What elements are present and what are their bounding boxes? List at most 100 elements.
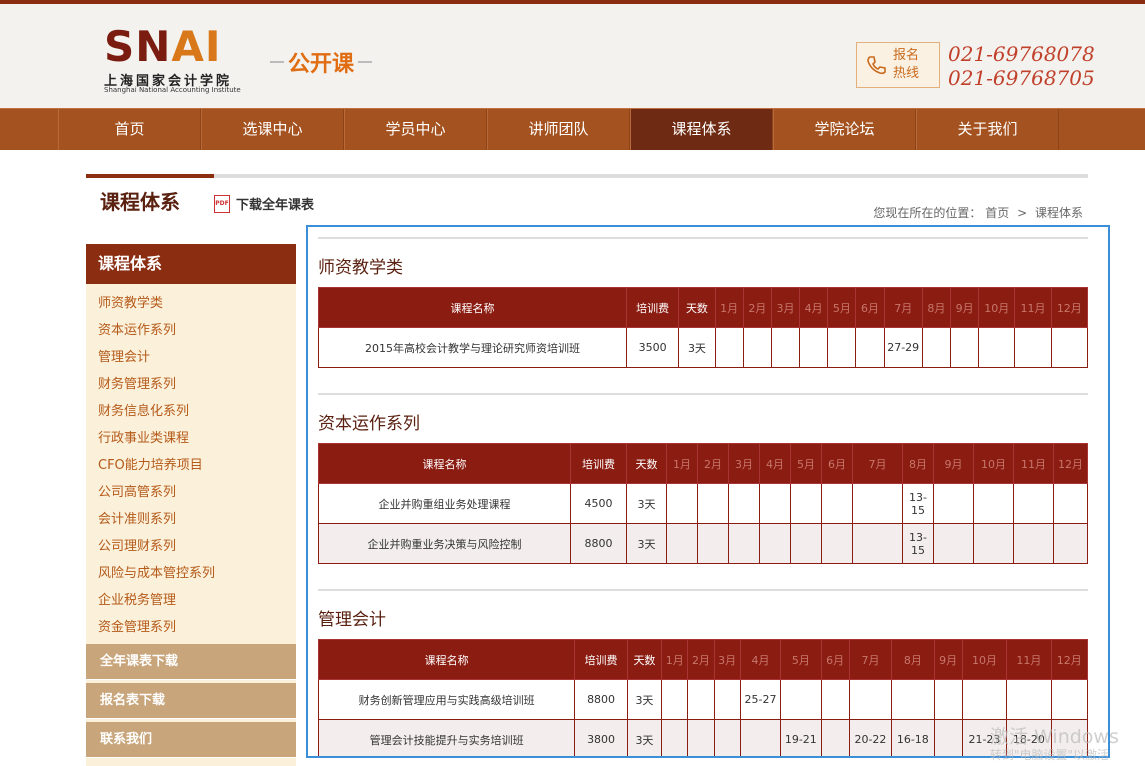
course-table: 课程名称 培训费 天数 1月 2月 3月 4月 5月 6月 7月 8月 9月 10月 11月 12月 2015… [318,287,1089,368]
sidebar-item[interactable]: 公司理财系列 [86,533,296,560]
month-cell [891,679,935,720]
header-course-name: 课程名称 [317,639,576,680]
nav-item-course-system[interactable]: 课程体系 [630,109,773,150]
section-divider [318,393,1088,395]
days-cell: 3天 [678,327,716,368]
month-cell: 16-18 [891,719,935,756]
hotline-numbers: 021-69768078 021-69768705 [948,42,1095,90]
header-month: 3月 [770,287,801,328]
section-title: 师资教学类 [318,258,403,278]
header-course-name: 课程名称 [318,443,571,484]
logo-wordmark: SNAI [104,22,222,71]
sidebar-item[interactable]: 风险与成本管控系列 [86,560,296,587]
pdf-icon: PDF [214,194,230,213]
nav-item-about[interactable]: 关于我们 [916,109,1059,150]
course-name-cell: 企业并购重业务决策与风险控制 [318,523,571,564]
course-table: 课程名称 培训费 天数 1月 2月 3月 4月 5月 6月 7月 8月 9月 10月 11月 12月 企业并购… [318,443,1088,564]
header-days: 天数 [626,639,663,680]
download-registration-form-button[interactable]: 报名表下载 [86,683,296,719]
site-header: SNAI 上海国家会计学院 Shanghai National Accounti… [0,4,1145,108]
windows-activation-watermark: 激活 Windows [990,726,1119,748]
header-month: 10月 [961,639,1008,680]
nav-item-student-center[interactable]: 学员中心 [344,109,487,150]
phone-number: 021-69768705 [948,66,1095,90]
sidebar-item[interactable]: 管理会计 [86,344,296,371]
sidebar-item[interactable]: 资金管理系列 [86,614,296,641]
sidebar: 课程体系 师资教学类 资本运作系列 管理会计 财务管理系列 财务信息化系列 行政事业类课程… [86,244,296,766]
table-row[interactable]: 管理会计技能提升与实务培训班 3800 3天 19-21 20-22 16-18 21-23… [317,719,1089,756]
nav-item-forum[interactable]: 学院论坛 [773,109,916,150]
header-month: 6月 [820,639,850,680]
sidebar-item[interactable]: CFO能力培养项目 [86,452,296,479]
month-cell [714,327,744,368]
table-row[interactable]: 2015年高校会计教学与理论研究师资培训班 3500 3天 27-29 [318,327,1089,368]
header-month: 8月 [902,443,934,484]
header-month: 1月 [661,639,689,680]
header-fee: 培训费 [570,443,627,484]
month-cell: 27-29 [883,327,923,368]
header-month: 5月 [780,639,822,680]
breadcrumb: 您现在所在的位置： 首页 > 课程体系 [873,204,1083,221]
table-row[interactable]: 企业并购重业务决策与风险控制 8800 3天 13-15 [318,523,1088,564]
sidebar-item[interactable]: 公司高管系列 [86,479,296,506]
header-month: 3月 [728,443,760,484]
header-month: 5月 [790,443,822,484]
month-cell [661,679,689,720]
contact-us-button[interactable]: 联系我们 [86,722,296,758]
fee-cell: 3500 [625,327,680,368]
month-cell [933,483,974,524]
header-month: 3月 [713,639,741,680]
course-name-cell: 管理会计技能提升与实务培训班 [317,719,576,756]
month-cell: 25-27 [739,679,782,720]
nav-item-home[interactable]: 首页 [58,109,201,150]
page-title: 课程体系 [100,190,180,214]
table-row[interactable]: 财务创新管理应用与实践高级培训班 8800 3天 25-27 [317,679,1089,720]
sidebar-item[interactable]: 财务管理系列 [86,371,296,398]
hotline-label: 报名热线 [893,48,920,81]
header-month: 2月 [697,443,729,484]
sidebar-item[interactable]: 师资教学类 [86,290,296,317]
header-month: 10月 [978,287,1016,328]
month-cell [1014,327,1052,368]
sidebar-item[interactable]: 资本运作系列 [86,317,296,344]
month-cell [799,327,829,368]
month-cell [687,719,715,756]
month-cell [855,327,885,368]
header-month: 6月 [855,287,885,328]
month-cell [1013,523,1054,564]
month-cell [1050,679,1089,720]
header-month: 2月 [687,639,715,680]
month-cell [728,523,760,564]
sidebar-item[interactable]: 会计准则系列 [86,506,296,533]
nav-item-course-selection[interactable]: 选课中心 [201,109,344,150]
sidebar-title: 课程体系 [86,244,296,284]
header-month: 7月 [883,287,923,328]
sidebar-item[interactable]: 行政事业类课程 [86,425,296,452]
sidebar-item[interactable]: 企业税务管理 [86,587,296,614]
month-cell [790,483,822,524]
header-month: 9月 [949,287,980,328]
course-section: 师资教学类课程名称 培训费 天数 1月 2月 3月 4月 5月 6月 7月 8月 9月 10月 11月 12… [318,237,1089,368]
days-cell: 3天 [626,523,667,564]
sidebar-list: 师资教学类 资本运作系列 管理会计 财务管理系列 财务信息化系列 行政事业类课程 CFO能力… [86,284,296,641]
phone-number: 021-69768078 [948,42,1095,66]
snai-logo[interactable]: SNAI 上海国家会计学院 Shanghai National Accounti… [104,18,254,98]
fee-cell: 8800 [570,523,627,564]
days-cell: 3天 [626,679,663,720]
month-cell [848,679,893,720]
sidebar-item[interactable]: 财务信息化系列 [86,398,296,425]
download-annual-schedule-button[interactable]: 全年课表下载 [86,644,296,680]
month-cell [713,679,741,720]
course-name-cell: 企业并购重组业务处理课程 [318,483,571,524]
header-month: 6月 [821,443,853,484]
nav-item-faculty[interactable]: 讲师团队 [487,109,630,150]
header-month: 1月 [666,443,698,484]
month-cell [921,327,952,368]
month-cell [687,679,715,720]
download-schedule-link[interactable]: PDF 下载全年课表 [214,194,314,213]
hotline-box: 报名热线 [856,42,940,88]
header-fee: 培训费 [574,639,628,680]
month-cell [820,679,850,720]
table-row[interactable]: 企业并购重组业务处理课程 4500 3天 13-15 [318,483,1088,524]
breadcrumb-home-link[interactable]: 首页 [985,206,1009,220]
